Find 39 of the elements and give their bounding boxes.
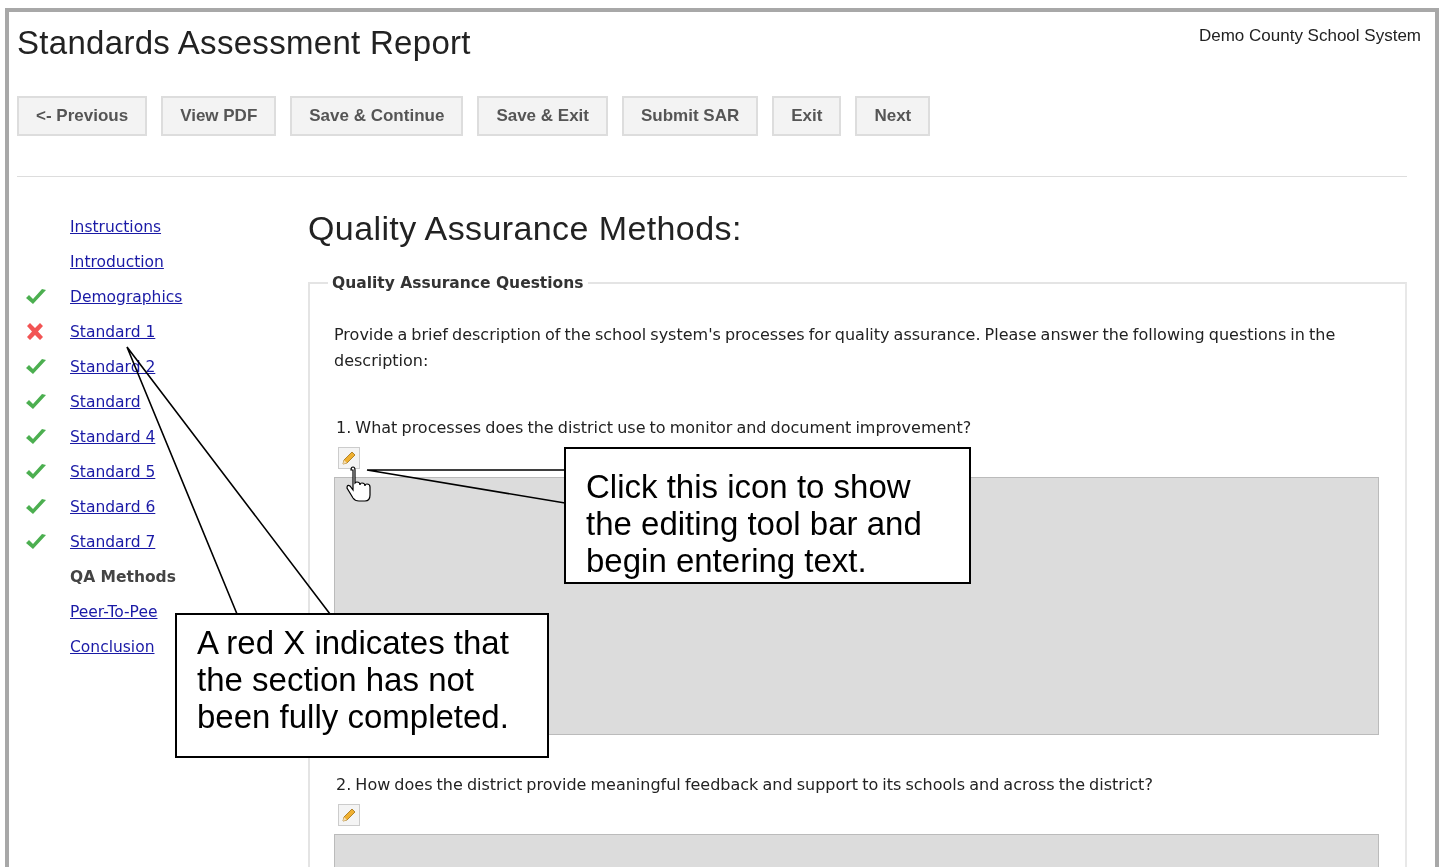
sidebar-link[interactable]: Peer-To-Pee	[70, 602, 158, 621]
description-text: Provide a brief description of the school system's processes for quality assurance. Please answer the following questions in the description:	[334, 324, 1337, 372]
edit-pencil-icon[interactable]	[338, 804, 360, 826]
toolbar-button[interactable]: Save & Continue	[290, 96, 464, 136]
section-heading: Quality Assurance Methods:	[308, 209, 743, 248]
sidebar-link[interactable]: Demographics	[70, 287, 183, 306]
toolbar-button[interactable]: <- Previous	[17, 96, 148, 136]
sidebar-link[interactable]: Standard 4	[70, 427, 156, 446]
toolbar-button[interactable]: Save & Exit	[477, 96, 608, 136]
callout-text: Click this icon to show the editing tool bar and begin entering text.	[586, 469, 923, 580]
toolbar-button[interactable]: Submit SAR	[622, 96, 759, 136]
sidebar-link[interactable]: Conclusion	[70, 637, 155, 656]
sidebar-link[interactable]: Introduction	[70, 252, 164, 271]
callout-text: A red X indicates that the section has not been fully completed.	[197, 625, 510, 736]
page-title: Standards Assessment Report	[17, 24, 471, 62]
check-icon	[25, 462, 47, 481]
edit-pencil-icon[interactable]	[338, 447, 360, 469]
check-icon	[25, 357, 47, 376]
sidebar-link[interactable]: Standard	[70, 392, 141, 411]
hand-cursor-icon	[346, 466, 371, 502]
question-text: 2. How does the district provide meaningful feedback and support to its schools and across the district?	[336, 775, 1154, 794]
current-section-label[interactable]: QA Methods	[70, 567, 176, 586]
panel-legend: Quality Assurance Questions	[328, 274, 588, 292]
toolbar-button[interactable]: View PDF	[161, 96, 277, 136]
sidebar-link[interactable]: Standard 6	[70, 497, 156, 516]
sidebar-link[interactable]: Standard 7	[70, 532, 156, 551]
check-icon	[25, 532, 47, 551]
sidebar-link[interactable]: Instructions	[70, 217, 162, 236]
toolbar-button[interactable]: Next	[855, 96, 931, 136]
check-icon	[25, 287, 47, 306]
check-icon	[25, 497, 47, 516]
sidebar-link[interactable]: Standard 1	[70, 322, 156, 341]
organization-name: Demo County School System	[1198, 26, 1421, 46]
question-text: 1. What processes does the district use to monitor and document improvement?	[336, 418, 973, 437]
cross-icon	[25, 322, 45, 341]
toolbar-button[interactable]: Exit	[772, 96, 842, 136]
check-icon	[25, 427, 47, 446]
check-icon	[25, 392, 47, 411]
sidebar-link[interactable]: Standard 5	[70, 462, 156, 481]
